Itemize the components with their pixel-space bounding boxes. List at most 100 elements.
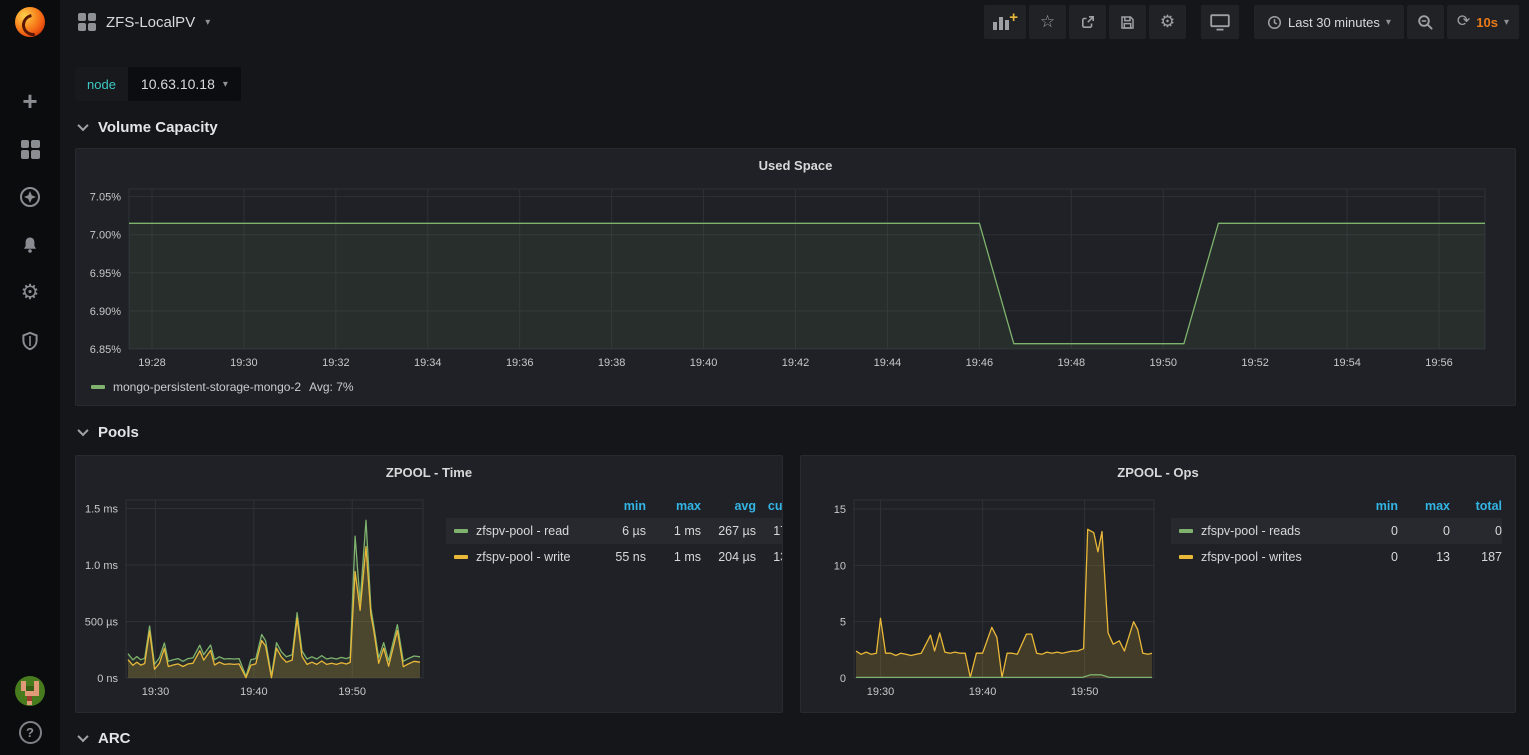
svg-text:19:48: 19:48 (1058, 357, 1086, 369)
create-icon[interactable]: + (18, 89, 42, 113)
legend-col-avg[interactable]: avg (701, 499, 756, 513)
gear-icon: ⚙ (1160, 12, 1175, 32)
grafana-logo[interactable] (15, 7, 45, 37)
save-dashboard-button[interactable] (1109, 5, 1146, 39)
svg-text:19:54: 19:54 (1333, 357, 1361, 369)
series-color-dash (1179, 529, 1193, 533)
dashboards-icon[interactable] (18, 137, 42, 161)
section-arc[interactable]: ARC (75, 726, 1516, 750)
time-range-label: Last 30 minutes (1288, 15, 1380, 30)
svg-text:19:32: 19:32 (322, 357, 350, 369)
node-variable-label: node (75, 67, 128, 101)
node-variable-dropdown[interactable]: node 10.63.10.18 ▾ (75, 67, 241, 101)
series-color-dash (1179, 555, 1193, 559)
zoom-out-icon (1417, 14, 1434, 31)
chevron-down-icon: ▾ (1386, 17, 1391, 28)
legend-row-writes: zfspv-pool - writes 0 13 187 (1171, 544, 1502, 570)
clock-icon (1267, 15, 1282, 30)
chevron-down-icon (77, 425, 88, 436)
svg-text:19:40: 19:40 (969, 686, 997, 698)
panel-zpool-ops: ZPOOL - Ops 19:3019:4019:50151050 min ma… (800, 455, 1516, 713)
legend-col-max[interactable]: max (646, 499, 701, 513)
configuration-gear-icon[interactable]: ⚙ (18, 281, 42, 305)
svg-text:6.90%: 6.90% (90, 306, 121, 318)
svg-text:6.95%: 6.95% (90, 268, 121, 280)
svg-text:10: 10 (834, 560, 846, 572)
svg-text:19:50: 19:50 (338, 686, 366, 698)
dashboard-title-menu[interactable]: ZFS-LocalPV ▾ (78, 13, 210, 31)
svg-text:0: 0 (840, 673, 846, 685)
apps-icon (78, 13, 96, 31)
panel-used-space: Used Space 19:2819:3019:3219:3419:3619:3… (75, 148, 1516, 406)
chevron-down-icon: ▾ (223, 79, 228, 90)
refresh-icon: ⟳ (1457, 14, 1470, 30)
svg-text:19:30: 19:30 (230, 357, 258, 369)
explore-compass-icon[interactable] (18, 185, 42, 209)
series-color-dash (454, 529, 468, 533)
add-panel-button[interactable]: + (984, 5, 1026, 39)
chevron-down-icon: ▾ (1504, 17, 1509, 28)
section-pools[interactable]: Pools (75, 420, 1516, 444)
svg-text:7.05%: 7.05% (90, 192, 121, 204)
svg-text:19:40: 19:40 (690, 357, 718, 369)
legend-col-current[interactable]: current (756, 499, 783, 513)
used-space-chart[interactable]: 19:2819:3019:3219:3419:3619:3819:4019:42… (76, 177, 1515, 377)
svg-text:0 ns: 0 ns (97, 673, 118, 685)
svg-text:19:38: 19:38 (598, 357, 626, 369)
chevron-down-icon (77, 120, 88, 131)
chevron-down-icon: ▾ (205, 17, 210, 28)
sidebar: + ⚙ ? (0, 0, 60, 755)
dashboard-title: ZFS-LocalPV (106, 14, 195, 31)
panel-title[interactable]: Used Space (76, 149, 1515, 177)
zoom-out-button[interactable] (1407, 5, 1444, 39)
cycle-view-button[interactable] (1201, 5, 1239, 39)
refresh-interval-label: 10s (1476, 15, 1498, 30)
dashboard-settings-button[interactable]: ⚙ (1149, 5, 1186, 39)
svg-text:19:50: 19:50 (1149, 357, 1177, 369)
top-navbar: ZFS-LocalPV ▾ + ☆ ⚙ (60, 0, 1529, 44)
star-dashboard-button[interactable]: ☆ (1029, 5, 1066, 39)
zpool-ops-chart[interactable]: 19:3019:4019:50151050 (801, 484, 1161, 710)
svg-text:1.5 ms: 1.5 ms (85, 503, 119, 515)
series-color-dash (91, 385, 105, 389)
alerting-bell-icon[interactable] (18, 233, 42, 257)
legend-col-total[interactable]: total (1450, 499, 1502, 513)
share-dashboard-button[interactable] (1069, 5, 1106, 39)
legend-col-min[interactable]: min (591, 499, 646, 513)
monitor-icon (1210, 14, 1230, 31)
dashboard-content: node 10.63.10.18 ▾ Volume Capacity Used … (60, 44, 1529, 755)
legend-col-min[interactable]: min (1346, 499, 1398, 513)
panel-title[interactable]: ZPOOL - Ops (801, 456, 1515, 484)
used-space-legend: mongo-persistent-storage-mongo-2 Avg: 7% (76, 380, 1515, 394)
zpool-time-chart[interactable]: 19:3019:4019:501.5 ms1.0 ms500 µs0 ns (76, 484, 428, 710)
server-admin-shield-icon[interactable] (18, 329, 42, 353)
share-icon (1080, 14, 1096, 30)
chevron-down-icon (77, 731, 88, 742)
section-volume-capacity[interactable]: Volume Capacity (75, 115, 1516, 139)
svg-text:19:30: 19:30 (142, 686, 170, 698)
time-range-picker[interactable]: Last 30 minutes ▾ (1254, 5, 1404, 39)
svg-text:19:34: 19:34 (414, 357, 442, 369)
user-avatar[interactable] (15, 676, 45, 706)
svg-text:7.00%: 7.00% (90, 230, 121, 242)
panel-title[interactable]: ZPOOL - Time (76, 456, 782, 484)
svg-text:15: 15 (834, 504, 846, 516)
series-name[interactable]: mongo-persistent-storage-mongo-2 (113, 380, 301, 394)
template-variables-row: node 10.63.10.18 ▾ (75, 67, 1516, 101)
svg-text:19:30: 19:30 (867, 686, 895, 698)
refresh-picker[interactable]: ⟳ 10s ▾ (1447, 5, 1519, 39)
node-variable-value: 10.63.10.18 (141, 76, 215, 92)
zpool-ops-legend: min max total zfspv-pool - reads 0 0 0 (1171, 496, 1502, 570)
legend-col-max[interactable]: max (1398, 499, 1450, 513)
svg-text:19:46: 19:46 (966, 357, 994, 369)
svg-text:19:56: 19:56 (1425, 357, 1453, 369)
star-icon: ☆ (1040, 12, 1055, 32)
svg-text:19:44: 19:44 (874, 357, 902, 369)
svg-text:19:42: 19:42 (782, 357, 810, 369)
svg-text:500 µs: 500 µs (85, 616, 119, 628)
legend-row-read: zfspv-pool - read 6 µs 1 ms 267 µs 172 µ… (446, 518, 783, 544)
svg-text:19:28: 19:28 (138, 357, 166, 369)
series-stat: Avg: 7% (309, 380, 353, 394)
save-icon (1120, 15, 1135, 30)
help-icon[interactable]: ? (19, 721, 42, 744)
